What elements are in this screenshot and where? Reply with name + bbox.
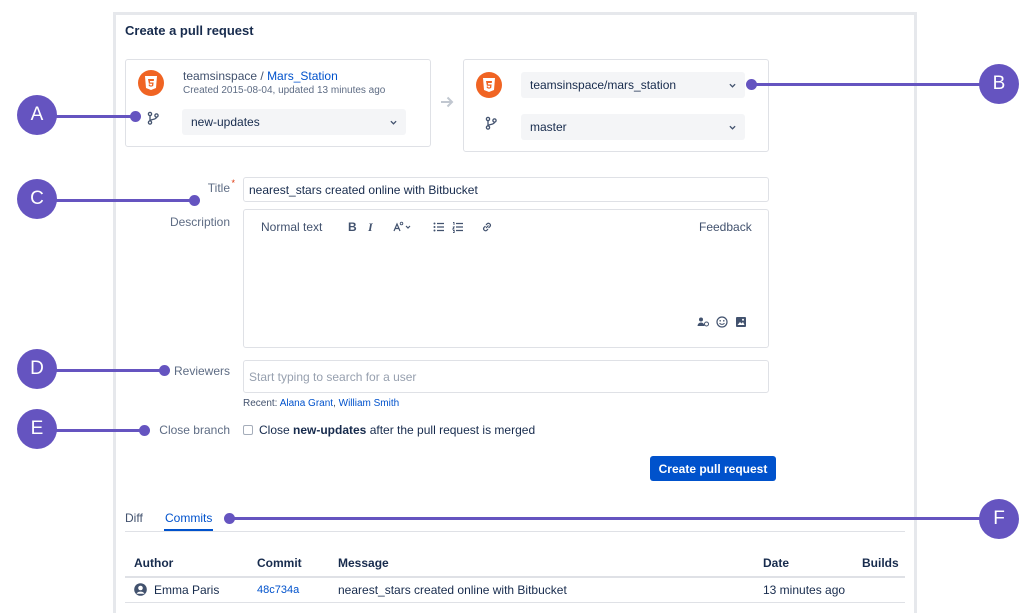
link-icon[interactable] — [481, 221, 493, 233]
repo-owner: teamsinspace — [183, 69, 258, 83]
column-header-author[interactable]: Author — [134, 556, 173, 570]
recent-user-link[interactable]: Alana Grant — [280, 398, 333, 409]
title-label: Title * — [150, 178, 235, 195]
page-title: Create a pull request — [125, 23, 254, 38]
commit-message: nearest_stars created online with Bitbuc… — [338, 583, 567, 597]
column-header-commit[interactable]: Commit — [257, 556, 302, 570]
callout-dot — [746, 79, 757, 90]
html5-repo-icon — [476, 72, 502, 98]
branch-icon — [485, 116, 497, 130]
chevron-down-icon — [390, 120, 397, 125]
arrow-right-icon — [441, 96, 454, 108]
callout-badge-b: B — [979, 64, 1019, 104]
path-separator: / — [257, 69, 268, 83]
tab-diff[interactable]: Diff — [125, 511, 143, 525]
repo-meta: Created 2015-08-04, updated 13 minutes a… — [183, 85, 386, 96]
callout-line — [40, 369, 165, 372]
bold-button[interactable]: B — [348, 220, 357, 234]
source-repo-path: teamsinspace / Mars_Station — [183, 69, 338, 83]
close-text-before: Close — [259, 423, 294, 437]
title-label-text: Title — [207, 181, 230, 195]
callout-badge-c: C — [17, 179, 57, 219]
recent-reviewers: Recent: Alana Grant, William Smith — [243, 398, 400, 409]
branch-icon — [147, 111, 159, 125]
title-input[interactable]: nearest_stars created online with Bitbuc… — [243, 177, 769, 202]
emoji-icon[interactable] — [716, 316, 728, 328]
commit-author: Emma Paris — [154, 583, 220, 597]
chevron-down-icon — [729, 83, 736, 88]
reviewers-input[interactable]: Start typing to search for a user — [243, 360, 769, 393]
create-pull-request-button[interactable]: Create pull request — [650, 456, 776, 481]
image-icon[interactable] — [735, 316, 747, 328]
destination-branch-select[interactable]: master — [521, 114, 745, 140]
close-text-branch: new-updates — [293, 423, 367, 437]
commit-date: 13 minutes ago — [763, 583, 846, 597]
repo-name-link[interactable]: Mars_Station — [267, 69, 338, 83]
callout-dot — [224, 513, 235, 524]
callout-line — [230, 517, 1000, 520]
text-style-dropdown[interactable]: Normal text — [261, 220, 322, 234]
user-avatar-icon — [134, 583, 147, 596]
close-branch-text: Close new-updates after the pull request… — [259, 423, 535, 437]
source-repo-box: teamsinspace / Mars_Station Created 2015… — [125, 59, 431, 147]
callout-dot — [139, 425, 150, 436]
bullet-list-icon[interactable] — [433, 221, 445, 233]
close-text-after: after the pull request is merged — [366, 423, 536, 437]
recent-user-link[interactable]: William Smith — [339, 398, 400, 409]
numbered-list-icon[interactable] — [452, 221, 464, 233]
source-branch-select[interactable]: new-updates — [182, 109, 406, 135]
callout-dot — [130, 111, 141, 122]
html5-repo-icon — [138, 70, 164, 96]
callout-line — [752, 83, 992, 86]
recent-label: Recent: — [243, 398, 278, 409]
mention-icon[interactable] — [697, 316, 709, 328]
destination-branch-value: master — [530, 120, 567, 134]
column-header-date[interactable]: Date — [763, 556, 789, 570]
callout-badge-f: F — [979, 499, 1019, 539]
tabs-divider — [125, 531, 905, 532]
destination-repo-select[interactable]: teamsinspace/mars_station — [521, 72, 745, 98]
callout-dot — [159, 365, 170, 376]
callout-badge-e: E — [17, 409, 57, 449]
callout-badge-a: A — [17, 95, 57, 135]
commit-hash-link[interactable]: 48c734a — [257, 584, 299, 596]
active-tab-indicator — [164, 529, 213, 531]
italic-button[interactable]: I — [368, 220, 373, 235]
chevron-down-icon — [729, 125, 736, 130]
description-editor[interactable]: Normal text B I Feedback — [243, 209, 769, 348]
text-color-icon[interactable] — [393, 221, 413, 233]
column-header-builds[interactable]: Builds — [862, 556, 899, 570]
tab-commits[interactable]: Commits — [165, 511, 212, 525]
table-header-divider — [125, 576, 905, 578]
close-branch-checkbox[interactable] — [243, 425, 253, 435]
table-row-divider — [125, 602, 905, 603]
callout-dot — [189, 195, 200, 206]
column-header-message[interactable]: Message — [338, 556, 389, 570]
description-label: Description — [169, 215, 230, 229]
required-mark: * — [231, 178, 235, 188]
feedback-link[interactable]: Feedback — [699, 220, 752, 234]
source-branch-value: new-updates — [191, 115, 260, 129]
callout-badge-d: D — [17, 349, 57, 389]
destination-repo-box: teamsinspace/mars_station master — [463, 59, 769, 152]
callout-line — [40, 199, 195, 202]
destination-repo-value: teamsinspace/mars_station — [530, 78, 677, 92]
